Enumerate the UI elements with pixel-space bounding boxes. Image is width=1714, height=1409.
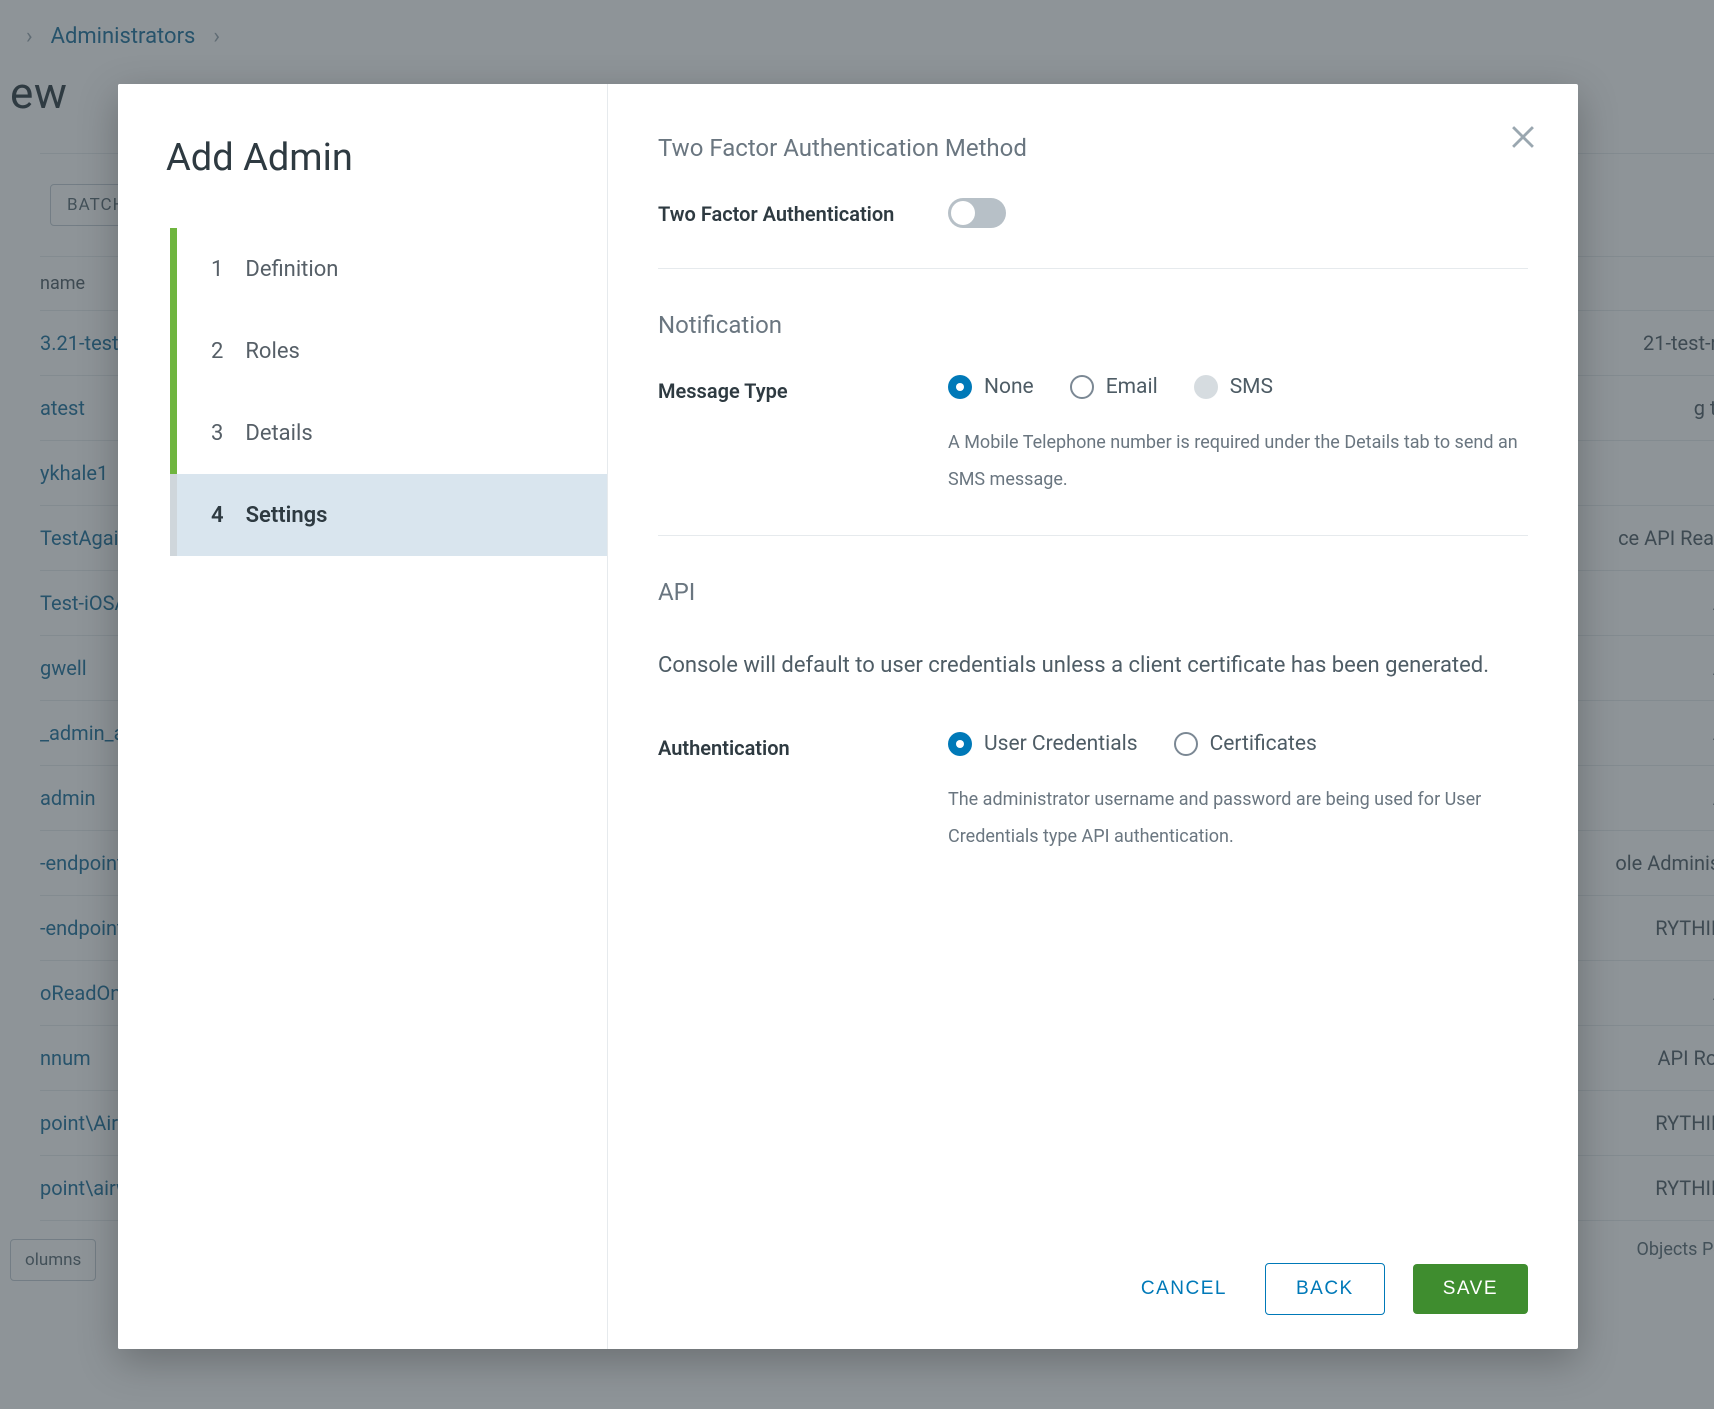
radio-sms[interactable]: SMS xyxy=(1194,375,1273,399)
modal-content: Two Factor Authentication Method Two Fac… xyxy=(608,84,1578,1349)
radio-icon xyxy=(948,732,972,756)
notification-helper-text: A Mobile Telephone number is required un… xyxy=(948,425,1528,499)
authentication-radio-group: User Credentials Certificates xyxy=(948,732,1528,756)
radio-none[interactable]: None xyxy=(948,375,1034,399)
radio-icon xyxy=(1174,732,1198,756)
step-label: Definition xyxy=(245,257,338,282)
radio-icon xyxy=(948,375,972,399)
radio-certificates[interactable]: Certificates xyxy=(1174,732,1317,756)
radio-label: SMS xyxy=(1230,375,1273,399)
radio-label: Certificates xyxy=(1210,732,1317,756)
step-number: 4 xyxy=(211,503,224,528)
radio-icon xyxy=(1070,375,1094,399)
back-button[interactable]: BACK xyxy=(1265,1263,1385,1315)
step-label: Roles xyxy=(245,339,299,364)
step-number: 2 xyxy=(211,339,223,364)
radio-email[interactable]: Email xyxy=(1070,375,1158,399)
wizard-step-roles[interactable]: 2 Roles xyxy=(170,310,607,392)
modal-footer: CANCEL BACK SAVE xyxy=(658,1263,1528,1315)
radio-label: None xyxy=(984,375,1034,399)
message-type-radio-group: None Email SMS xyxy=(948,375,1528,399)
wizard-step-details[interactable]: 3 Details xyxy=(170,392,607,474)
modal-sidebar: Add Admin 1 Definition 2 Roles 3 Details… xyxy=(118,84,608,1349)
step-number: 3 xyxy=(211,421,223,446)
api-description: Console will default to user credentials… xyxy=(658,642,1528,690)
wizard-step-definition[interactable]: 1 Definition xyxy=(170,228,607,310)
two-factor-label: Two Factor Authentication xyxy=(658,198,918,226)
section-heading-notification: Notification xyxy=(658,311,1528,339)
radio-user-credentials[interactable]: User Credentials xyxy=(948,732,1138,756)
section-heading-2fa: Two Factor Authentication Method xyxy=(658,134,1528,162)
save-button[interactable]: SAVE xyxy=(1413,1264,1528,1314)
modal-title: Add Admin xyxy=(166,136,607,180)
wizard-step-settings[interactable]: 4 Settings xyxy=(170,474,607,556)
step-label: Details xyxy=(245,421,312,446)
message-type-label: Message Type xyxy=(658,375,918,403)
step-number: 1 xyxy=(211,257,223,282)
add-admin-modal: Add Admin 1 Definition 2 Roles 3 Details… xyxy=(118,84,1578,1349)
radio-label: User Credentials xyxy=(984,732,1138,756)
authentication-helper-text: The administrator username and password … xyxy=(948,782,1528,856)
toggle-knob xyxy=(951,201,975,225)
authentication-label: Authentication xyxy=(658,732,918,760)
two-factor-toggle[interactable] xyxy=(948,198,1006,228)
cancel-button[interactable]: CANCEL xyxy=(1131,1264,1237,1314)
close-icon[interactable] xyxy=(1506,120,1540,154)
radio-label: Email xyxy=(1106,375,1158,399)
step-label: Settings xyxy=(246,503,328,528)
section-heading-api: API xyxy=(658,578,1528,606)
radio-icon xyxy=(1194,375,1218,399)
